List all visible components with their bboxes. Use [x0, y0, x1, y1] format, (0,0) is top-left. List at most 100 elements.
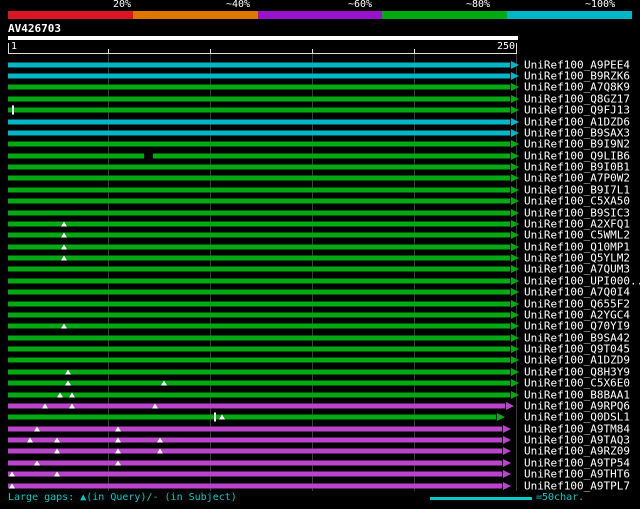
gap-triangle-icon	[61, 256, 67, 261]
alignment-bar[interactable]	[8, 381, 510, 386]
hit-accession-label[interactable]: UniRef100_Q9LIB6	[524, 150, 630, 161]
alignment-bar[interactable]	[8, 369, 510, 374]
hit-accession-label[interactable]: UniRef100_A1DZD9	[524, 355, 630, 366]
subject-gap-mark	[144, 153, 153, 158]
alignment-bar[interactable]	[8, 415, 496, 420]
hit-accession-label[interactable]: UniRef100_C5XA50	[524, 196, 630, 207]
hit-accession-label[interactable]: UniRef100_A7QUM3	[524, 264, 630, 275]
hit-accession-label[interactable]: UniRef100_A9PEE4	[524, 59, 630, 70]
alignment-bar[interactable]	[8, 85, 510, 90]
hit-accession-label[interactable]: UniRef100_Q10MP1	[524, 241, 630, 252]
alignment-bar[interactable]	[8, 199, 510, 204]
hit-accession-label[interactable]: UniRef100_Q655F2	[524, 298, 630, 309]
alignment-bar[interactable]	[8, 438, 502, 443]
alignment-bar[interactable]	[8, 142, 510, 147]
hit-accession-label[interactable]: UniRef100_A9RPQ6	[524, 400, 630, 411]
arrowhead-icon	[511, 379, 519, 387]
alignment-bar[interactable]	[8, 233, 510, 238]
hit-accession-label[interactable]: UniRef100_C5X6E0	[524, 378, 630, 389]
alignment-bar[interactable]	[8, 449, 502, 454]
gap-triangle-icon	[115, 438, 121, 443]
alignment-bar[interactable]	[8, 392, 510, 397]
alignment-bar[interactable]	[8, 108, 510, 113]
alignment-bar[interactable]	[8, 335, 510, 340]
alignment-bar[interactable]	[8, 187, 510, 192]
hit-accession-label[interactable]: UniRef100_UPI000...	[524, 275, 640, 286]
alignment-bar[interactable]	[8, 130, 510, 135]
arrowhead-icon	[511, 83, 519, 91]
hit-accession-label[interactable]: UniRef100_Q70YI9	[524, 321, 630, 332]
hit-accession-label[interactable]: UniRef100_A7P0W2	[524, 173, 630, 184]
ruler-tick	[108, 49, 109, 53]
hit-accession-label[interactable]: UniRef100_A9RZ09	[524, 446, 630, 457]
hit-accession-label[interactable]: UniRef100_Q8GZ17	[524, 93, 630, 104]
hit-accession-label[interactable]: UniRef100_B9SIC3	[524, 207, 630, 218]
hit-accession-label[interactable]: UniRef100_A7Q0I4	[524, 287, 630, 298]
alignment-bar[interactable]	[8, 210, 510, 215]
arrowhead-icon	[511, 106, 519, 114]
alignment-bar[interactable]	[8, 165, 510, 170]
scale-bar-icon	[430, 497, 532, 500]
alignment-bar[interactable]	[8, 221, 510, 226]
gap-triangle-icon	[54, 449, 60, 454]
hit-accession-label[interactable]: UniRef100_A7Q8K9	[524, 82, 630, 93]
alignment-bar[interactable]	[8, 324, 510, 329]
alignment-bar[interactable]	[8, 403, 505, 408]
hit-accession-label[interactable]: UniRef100_A9TP54	[524, 457, 630, 468]
arrowhead-icon	[511, 345, 519, 353]
arrowhead-icon	[511, 118, 519, 126]
hit-accession-label[interactable]: UniRef100_Q8H3Y9	[524, 366, 630, 377]
alignment-bar[interactable]	[8, 62, 510, 67]
hit-accession-label[interactable]: UniRef100_B9SAX3	[524, 127, 630, 138]
hit-accession-label[interactable]: UniRef100_A1DZD6	[524, 116, 630, 127]
key-label-60pct: ~60%	[348, 0, 372, 10]
hit-accession-label[interactable]: UniRef100_A2XFQ1	[524, 218, 630, 229]
ruler-tick	[516, 43, 517, 53]
alignment-bar[interactable]	[8, 119, 510, 124]
alignment-bar[interactable]	[8, 290, 510, 295]
hit-accession-label[interactable]: UniRef100_Q0DSL1	[524, 412, 630, 423]
arrowhead-icon	[511, 209, 519, 217]
alignment-bar[interactable]	[8, 426, 502, 431]
alignment-bar[interactable]	[8, 358, 510, 363]
alignment-bar[interactable]	[8, 256, 510, 261]
hit-accession-label[interactable]: UniRef100_A9THT6	[524, 469, 630, 480]
hit-accession-label[interactable]: UniRef100_B9I0B1	[524, 162, 630, 173]
alignment-bar[interactable]	[8, 176, 510, 181]
hit-accession-label[interactable]: UniRef100_A9TAQ3	[524, 435, 630, 446]
alignment-bar[interactable]	[8, 472, 502, 477]
hit-accession-label[interactable]: UniRef100_A9TPL7	[524, 480, 630, 491]
hit-accession-label[interactable]: UniRef100_B9SA42	[524, 332, 630, 343]
hit-accession-label[interactable]: UniRef100_B8BAA1	[524, 389, 630, 400]
alignment-bar[interactable]	[8, 278, 510, 283]
hit-accession-label[interactable]: UniRef100_B9RZK6	[524, 71, 630, 82]
alignment-bar[interactable]	[8, 74, 510, 79]
alignment-bar[interactable]	[8, 301, 510, 306]
hit-accession-label[interactable]: UniRef100_C5WML2	[524, 230, 630, 241]
hit-accession-label[interactable]: UniRef100_Q9T045	[524, 344, 630, 355]
hit-accession-label[interactable]: UniRef100_Q9FJ13	[524, 105, 630, 116]
alignment-bar[interactable]	[8, 96, 510, 101]
alignment-bar[interactable]	[8, 267, 510, 272]
arrowhead-icon	[511, 277, 519, 285]
alignment-bar[interactable]	[8, 153, 510, 158]
hit-accession-label[interactable]: UniRef100_A2YGC4	[524, 309, 630, 320]
key-segment-20pct	[8, 11, 133, 19]
hit-accession-label[interactable]: UniRef100_Q5YLM2	[524, 253, 630, 264]
gap-triangle-icon	[115, 460, 121, 465]
alignment-bar[interactable]	[8, 312, 510, 317]
hit-accession-label[interactable]: UniRef100_B9I9N2	[524, 139, 630, 150]
gap-triangle-icon	[115, 426, 121, 431]
gap-triangle-icon	[65, 381, 71, 386]
arrowhead-icon	[511, 311, 519, 319]
alignment-bar[interactable]	[8, 483, 502, 488]
hit-accession-label[interactable]: UniRef100_A9TM84	[524, 423, 630, 434]
hit-accession-label[interactable]: UniRef100_B9I7L1	[524, 184, 630, 195]
ruler-tick	[312, 49, 313, 53]
alignment-bar[interactable]	[8, 244, 510, 249]
gap-triangle-icon	[34, 426, 40, 431]
alignment-bar[interactable]	[8, 460, 502, 465]
alignment-row[interactable]: UniRef100_A9TPL7	[0, 480, 640, 491]
alignment-bar[interactable]	[8, 347, 510, 352]
ruler-tick	[8, 43, 9, 53]
